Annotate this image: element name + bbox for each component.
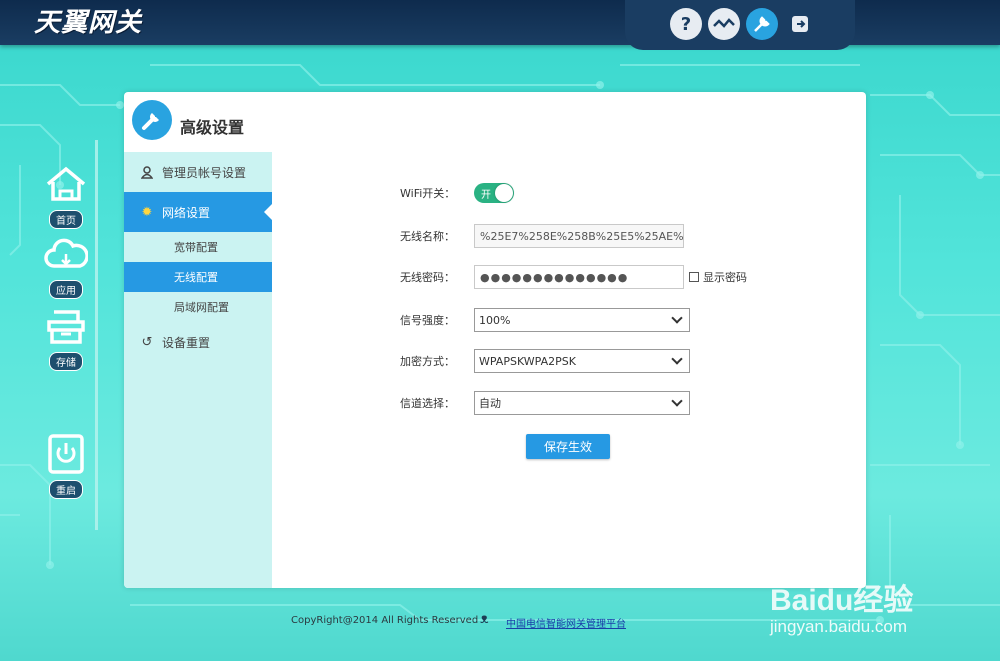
channel-select[interactable]: 自动	[474, 391, 690, 415]
wifi-label: WiFi开关：	[400, 187, 456, 200]
row-signal: 信号强度： 100%	[400, 307, 800, 333]
app-logo: 天翼网关	[34, 8, 143, 38]
reset-icon: ↺	[141, 334, 153, 350]
channel-value: 自动	[479, 397, 501, 410]
chevron-down-icon	[671, 353, 683, 365]
toggle-text: 开	[481, 190, 491, 201]
submenu-item-lan[interactable]: 局域网配置	[124, 292, 272, 322]
storage-icon	[47, 310, 85, 344]
panel-header: 高级设置	[124, 92, 866, 152]
signal-label: 信号强度：	[400, 314, 455, 327]
watermark-url: jingyan.baidu.com	[770, 617, 908, 636]
settings-icon[interactable]	[746, 8, 778, 40]
menu-item-admin[interactable]: 管理员帐号设置	[124, 152, 272, 192]
platform-link[interactable]: 中国电信智能网关管理平台	[506, 615, 626, 630]
password-input[interactable]: ●●●●●●●●●●●●●●	[474, 265, 684, 289]
copyright-text: CopyRight@2014 All Rights Reserved	[291, 615, 479, 626]
show-password-checkbox[interactable]: 显示密码	[689, 269, 747, 285]
show-password-label: 显示密码	[703, 271, 747, 284]
watermark-brand: Baidu经验	[770, 584, 914, 617]
encrypt-value: WPAPSKWPA2PSK	[479, 354, 576, 368]
side-nav-label: 首页	[49, 210, 83, 229]
side-nav-storage[interactable]: 存储	[40, 306, 92, 371]
cloud-icon	[44, 238, 89, 268]
wrench-icon	[132, 100, 172, 140]
panel-title: 高级设置	[180, 118, 245, 137]
side-rail-line	[95, 140, 98, 530]
chevron-down-icon	[671, 395, 683, 407]
chevron-down-icon	[671, 312, 683, 324]
help-icon[interactable]: ?	[670, 8, 702, 40]
side-nav-apps[interactable]: 应用	[40, 234, 92, 299]
encryption-select[interactable]: WPAPSKWPA2PSK	[474, 349, 690, 373]
channel-label: 信道选择：	[400, 397, 455, 410]
top-icon-group: ?	[670, 8, 816, 40]
side-nav-label: 应用	[49, 280, 83, 299]
settings-panel: 高级设置 管理员帐号设置 ✹ 网络设置 宽带配置 无线配置 局域网配置 ↺ 设备…	[124, 92, 866, 588]
power-icon	[48, 434, 84, 474]
row-password: 无线密码： ●●●●●●●●●●●●●● 显示密码	[400, 264, 800, 290]
status-icon[interactable]	[708, 8, 740, 40]
row-channel: 信道选择： 自动	[400, 390, 800, 416]
side-nav-home[interactable]: 首页	[40, 164, 92, 229]
gear-icon: ✹	[141, 204, 153, 220]
ssid-label: 无线名称：	[400, 230, 455, 243]
side-nav-reboot[interactable]: 重启	[40, 434, 92, 499]
baidu-watermark: Baidu经验 jingyan.baidu.com	[770, 575, 1000, 661]
row-ssid: 无线名称： %25E7%258E%258B%25E5%25AE%2	[400, 223, 800, 249]
ssid-input[interactable]: %25E7%258E%258B%25E5%25AE%2	[474, 224, 684, 248]
settings-menu: 管理员帐号设置 ✹ 网络设置 宽带配置 无线配置 局域网配置 ↺ 设备重置	[124, 152, 272, 588]
top-bar: 天翼网关 ?	[0, 0, 1000, 50]
checkbox-box	[689, 272, 699, 282]
logout-icon[interactable]	[784, 8, 816, 40]
telecom-logo-icon: ᴥ	[480, 611, 489, 627]
signal-select[interactable]: 100%	[474, 308, 690, 332]
submenu-item-wireless[interactable]: 无线配置	[124, 262, 272, 292]
password-label: 无线密码：	[400, 271, 455, 284]
menu-item-reset[interactable]: ↺ 设备重置	[124, 322, 272, 362]
menu-item-label: 网络设置	[162, 205, 211, 220]
signal-value: 100%	[479, 313, 511, 327]
row-wifi: WiFi开关： 开	[400, 180, 800, 206]
side-nav-label: 存储	[49, 352, 83, 371]
menu-item-label: 管理员帐号设置	[162, 165, 247, 180]
menu-item-network[interactable]: ✹ 网络设置	[124, 192, 272, 232]
submenu-item-broadband[interactable]: 宽带配置	[124, 232, 272, 262]
toggle-knob	[495, 184, 513, 202]
wifi-toggle[interactable]: 开	[474, 183, 514, 203]
home-icon	[46, 166, 86, 201]
encrypt-label: 加密方式：	[400, 355, 455, 368]
side-nav-label: 重启	[49, 480, 83, 499]
user-icon	[140, 165, 154, 179]
save-button[interactable]: 保存生效	[526, 434, 610, 459]
menu-item-label: 设备重置	[162, 335, 211, 350]
row-encryption: 加密方式： WPAPSKWPA2PSK	[400, 348, 800, 374]
